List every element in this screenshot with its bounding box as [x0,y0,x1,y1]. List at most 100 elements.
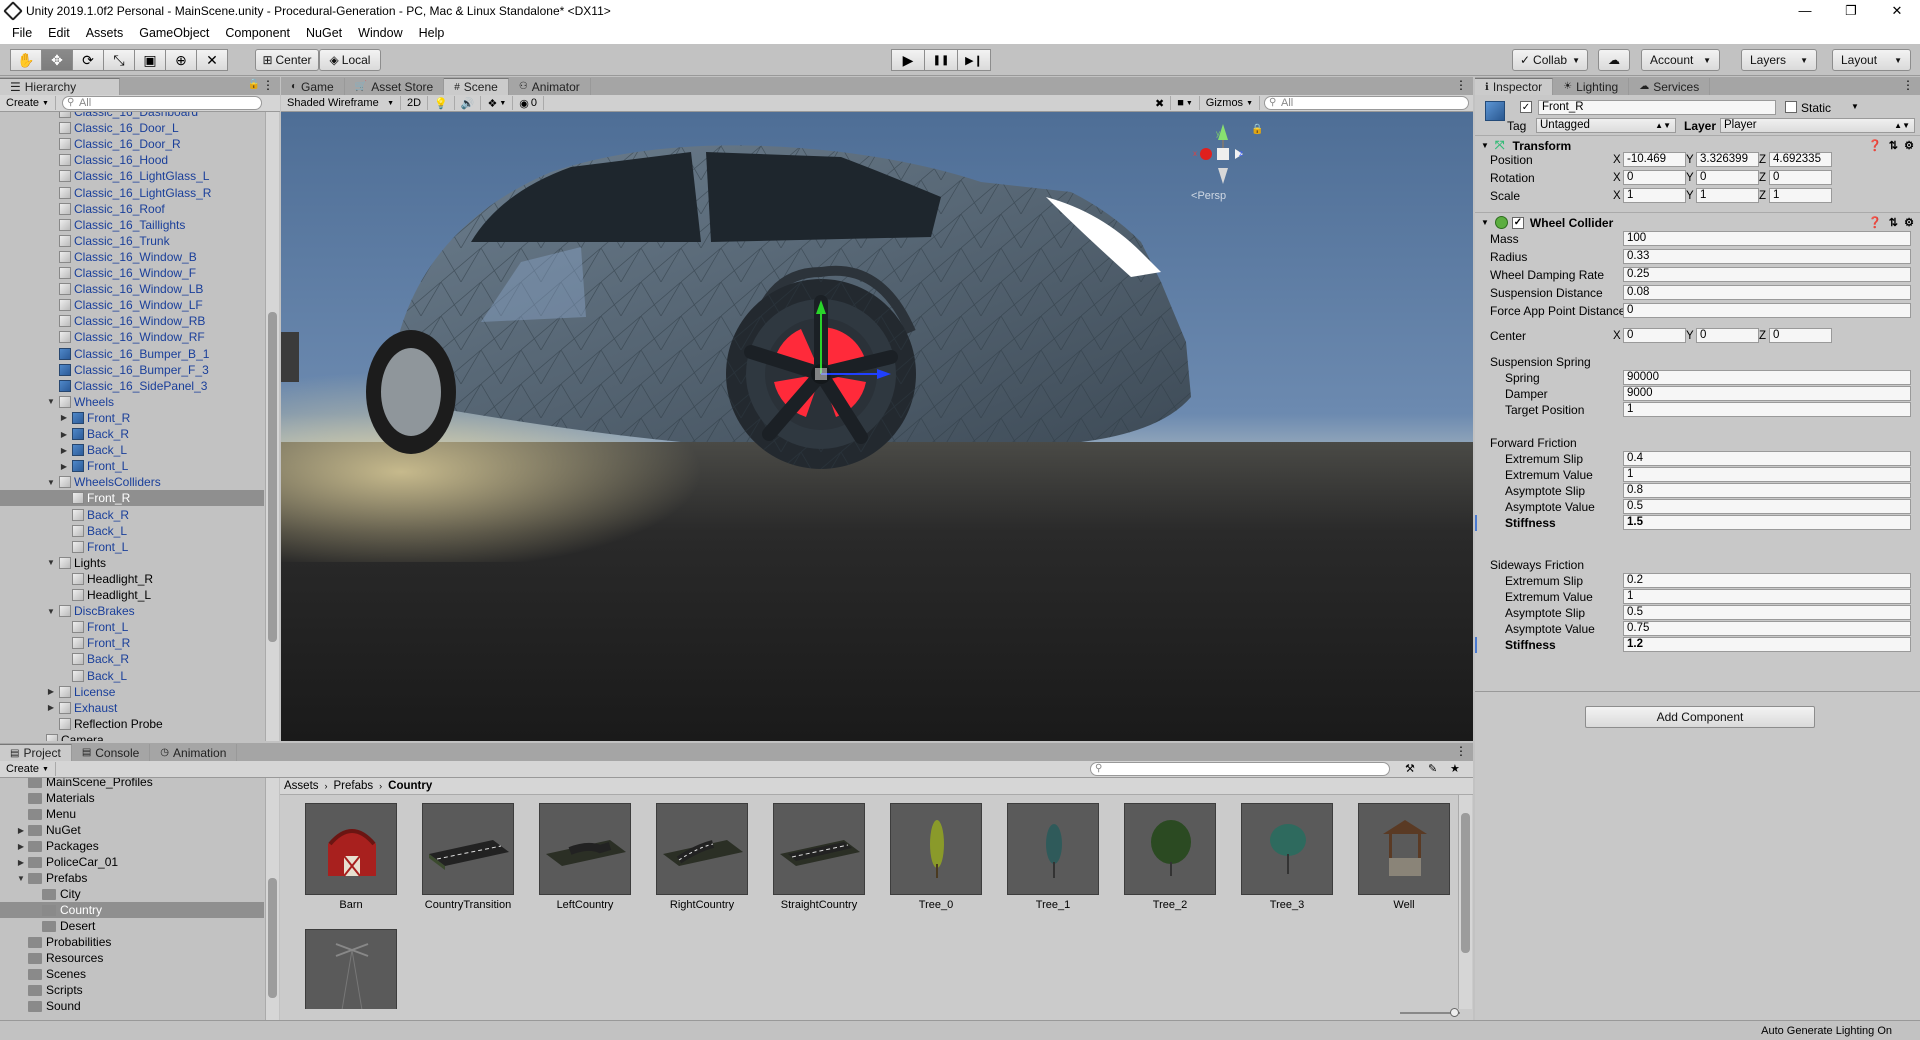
menu-gameobject[interactable]: GameObject [131,26,217,40]
sideways-asymptote-value-field[interactable]: 0.75 [1623,621,1911,636]
hand-tool-button[interactable]: ✋ [10,49,42,71]
hierarchy-item[interactable]: Front_R [0,635,264,651]
center-x-field[interactable]: 0 [1623,328,1686,343]
tab-asset-store[interactable]: 🛒 Asset Store [345,78,445,95]
object-name-field[interactable]: Front_R [1538,100,1776,115]
asset-item[interactable] [296,929,406,1009]
position-z-field[interactable]: 4.692335 [1769,152,1832,167]
expand-right-icon[interactable]: ▶ [46,687,56,696]
center-z-field[interactable]: 0 [1769,328,1832,343]
forward-extremum-value-field[interactable]: 1 [1623,467,1911,482]
breadcrumb-item[interactable]: Country [388,780,432,792]
hierarchy-item[interactable]: Classic_16_Door_R [0,136,264,152]
pause-button[interactable]: ❚❚ [924,49,958,71]
hierarchy-create-button[interactable]: Create ▼ [0,96,56,110]
sideways-extremum-slip-field[interactable]: 0.2 [1623,573,1911,588]
folder-item[interactable]: Scripts [0,982,264,998]
settings-icon[interactable]: ⚙ [1904,139,1914,152]
layer-dropdown[interactable]: Player ▲▼ [1720,118,1915,133]
hierarchy-item[interactable]: Back_R [0,507,264,523]
asset-scrollbar[interactable] [1458,795,1472,1009]
static-checkbox[interactable] [1785,101,1797,113]
hierarchy-item[interactable]: Classic_16_Window_LB [0,281,264,297]
folder-item[interactable]: Probabilities [0,934,264,950]
hierarchy-item[interactable]: Headlight_R [0,571,264,587]
folder-item[interactable]: City [0,886,264,902]
sideways-stiffness-field[interactable]: 1.2 [1623,637,1911,652]
filter-label-icon[interactable]: ✎ [1428,762,1437,775]
position-y-field[interactable]: 3.326399 [1696,152,1759,167]
tab-animation[interactable]: ◷ Animation [150,744,238,761]
hierarchy-item[interactable]: Classic_16_Bumper_B_1 [0,346,264,362]
asset-item[interactable]: RightCountry [647,803,757,911]
expand-right-icon[interactable]: ▶ [16,842,26,851]
asset-item[interactable]: LeftCountry [530,803,640,911]
panel-menu-icon[interactable]: ⋮ [1455,78,1467,92]
folder-item[interactable]: ▶ Packages [0,838,264,854]
hierarchy-item[interactable]: ▼ DiscBrakes [0,603,264,619]
hierarchy-item[interactable]: Classic_16_Dashboard [0,112,264,120]
forward-asymptote-slip-field[interactable]: 0.8 [1623,483,1911,498]
account-dropdown[interactable]: Account ▼ [1641,49,1720,71]
rect-tool-button[interactable]: ▣ [134,49,166,71]
hierarchy-item[interactable]: Back_R [0,651,264,667]
gizmos-dropdown[interactable]: Gizmos ▼ [1200,96,1260,110]
sideways-asymptote-slip-field[interactable]: 0.5 [1623,605,1911,620]
tag-dropdown[interactable]: Untagged ▲▼ [1536,118,1676,133]
project-create-button[interactable]: Create ▼ [0,762,56,776]
lighting-toggle-icon[interactable]: 💡 [428,96,455,110]
menu-file[interactable]: File [4,26,40,40]
hidden-objects-toggle[interactable]: ◉ 0 [513,96,545,110]
layers-dropdown[interactable]: Layers ▼ [1741,49,1817,71]
hierarchy-item[interactable]: Headlight_L [0,587,264,603]
hierarchy-item[interactable]: Classic_16_Window_RF [0,329,264,345]
hierarchy-item[interactable]: Classic_16_Window_B [0,249,264,265]
hierarchy-item[interactable]: Classic_16_Taillights [0,217,264,233]
panel-menu-icon[interactable]: ⋮ [1902,78,1914,92]
forward-asymptote-value-field[interactable]: 0.5 [1623,499,1911,514]
folder-scrollbar[interactable] [265,778,279,1027]
hierarchy-item[interactable]: Front_L [0,619,264,635]
zoom-slider[interactable] [1400,1008,1460,1017]
folder-item[interactable]: Materials [0,790,264,806]
help-icon[interactable]: ❓ [1868,139,1882,152]
hierarchy-item[interactable]: Back_L [0,668,264,684]
tab-console[interactable]: ▤ Console [72,744,151,761]
close-button[interactable]: ✕ [1874,0,1920,22]
hierarchy-item[interactable]: ▶ Back_R [0,426,264,442]
hierarchy-item[interactable]: Back_L [0,523,264,539]
tab-hierarchy[interactable]: ☰ Hierarchy [0,78,120,95]
pivot-mode-button[interactable]: ⊞ Center [255,49,319,71]
expand-right-icon[interactable]: ▶ [16,858,26,867]
folder-item[interactable]: Country [0,902,264,918]
asset-item[interactable]: Barn [296,803,406,911]
folder-item[interactable]: ▶ NuGet [0,822,264,838]
help-icon[interactable]: ❓ [1868,216,1882,229]
dropdown-arrow-icon[interactable]: ▼ [1851,102,1859,111]
scale-y-field[interactable]: 1 [1696,188,1759,203]
expand-down-icon[interactable]: ▼ [46,607,56,616]
cloud-button[interactable]: ☁ [1598,49,1630,71]
menu-help[interactable]: Help [411,26,453,40]
hierarchy-item[interactable]: Classic_16_Hood [0,152,264,168]
asset-item[interactable]: StraightCountry [764,803,874,911]
hierarchy-item[interactable]: ▶ License [0,684,264,700]
2d-toggle[interactable]: 2D [401,96,429,110]
audio-toggle-icon[interactable]: 🔊 [455,96,482,110]
hierarchy-item[interactable]: Classic_16_SidePanel_3 [0,378,264,394]
rotate-tool-button[interactable]: ⟳ [72,49,104,71]
hierarchy-item[interactable]: Front_L [0,539,264,555]
hierarchy-item[interactable]: ▼ WheelsColliders [0,474,264,490]
filter-type-icon[interactable]: ⚒ [1405,762,1415,775]
asset-item[interactable]: CountryTransition [413,803,523,911]
asset-item[interactable]: Well [1349,803,1455,911]
maximize-button[interactable]: ❐ [1828,0,1874,22]
panel-menu-icon[interactable]: ⋮ [262,78,274,92]
hierarchy-search-input[interactable]: ⚲ All [61,96,262,110]
folder-item[interactable]: Sound [0,998,264,1014]
wheel-damping-rate-field[interactable]: 0.25 [1623,267,1911,282]
hierarchy-item[interactable]: ▶ Back_L [0,442,264,458]
scale-tool-button[interactable]: ⤡ [103,49,135,71]
hierarchy-item[interactable]: Classic_16_Window_LF [0,297,264,313]
zoom-slider-knob[interactable] [1450,1008,1459,1017]
